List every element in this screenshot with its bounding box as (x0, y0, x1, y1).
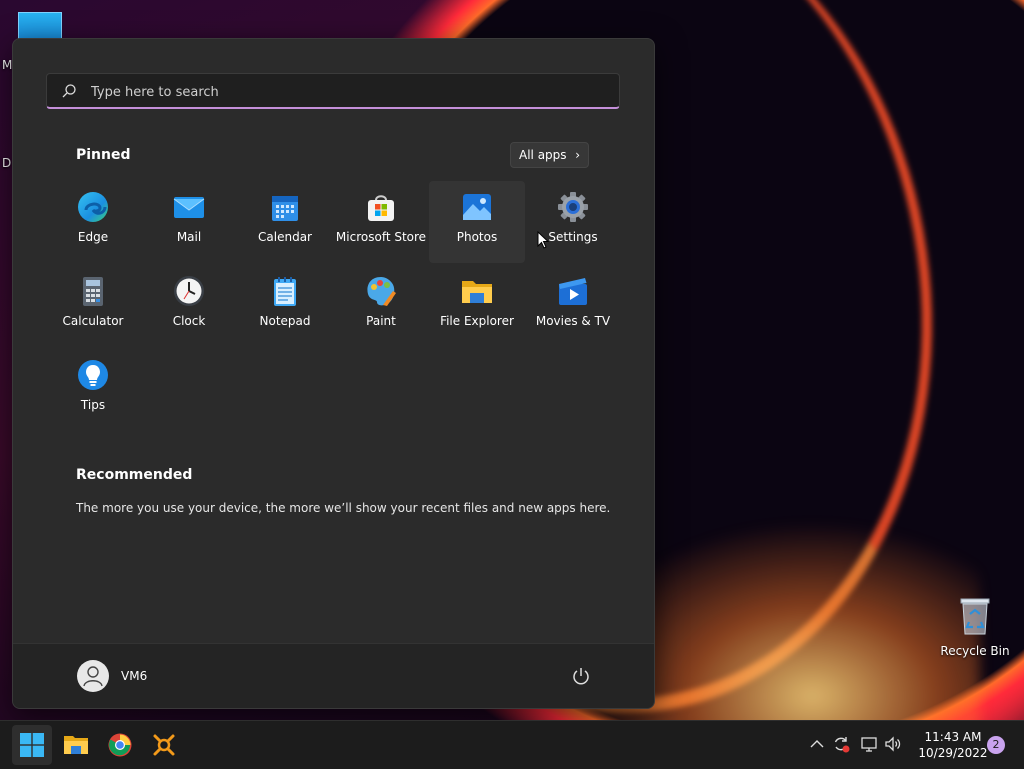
all-apps-button[interactable]: All apps › (510, 142, 589, 168)
taskbar-file-explorer[interactable] (56, 725, 96, 765)
mail-icon (173, 191, 205, 223)
pinned-app-label: Mail (176, 230, 202, 244)
gears-app-icon (152, 733, 176, 757)
volume-icon[interactable] (884, 735, 902, 753)
recommended-title: Recommended (76, 467, 193, 483)
notepad-icon (269, 275, 301, 307)
clock-time: 11:43 AM (924, 730, 982, 744)
power-icon (573, 668, 589, 685)
pinned-app-paint[interactable]: Paint (333, 265, 429, 347)
chevron-right-icon: › (575, 148, 580, 162)
lightbulb-icon (77, 359, 109, 391)
pinned-app-label: Calendar (258, 230, 312, 244)
edge-icon (77, 191, 109, 223)
chrome-icon (108, 733, 132, 757)
pinned-app-clock[interactable]: Clock (141, 265, 237, 347)
start-menu: Pinned All apps › Edge Mail Calendar (12, 38, 655, 709)
pinned-app-notepad[interactable]: Notepad (237, 265, 333, 347)
pinned-app-label: Tips (80, 398, 106, 412)
start-button[interactable] (12, 725, 52, 765)
pinned-app-label: Paint (366, 314, 396, 328)
notification-badge[interactable]: 2 (987, 736, 1005, 754)
user-avatar[interactable] (77, 660, 109, 692)
calendar-icon (269, 191, 301, 223)
user-icon (83, 666, 103, 687)
pinned-app-label: Photos (456, 230, 498, 244)
pinned-app-file-explorer[interactable]: File Explorer (429, 265, 525, 347)
pinned-app-label: Microsoft Store (335, 230, 427, 244)
recycle-bin-desktop-icon[interactable]: Recycle Bin (940, 596, 1010, 658)
pinned-app-calculator[interactable]: Calculator (45, 265, 141, 347)
pinned-app-label: Calculator (62, 314, 124, 328)
clock-date: 10/29/2022 (918, 746, 988, 760)
search-input[interactable] (89, 80, 593, 104)
all-apps-label: All apps (519, 148, 567, 162)
system-clock[interactable]: 11:43 AM 10/29/2022 (912, 729, 994, 761)
user-name[interactable]: VM6 (121, 669, 147, 683)
pinned-app-photos[interactable]: Photos (429, 181, 525, 263)
taskbar-chrome[interactable] (100, 725, 140, 765)
photos-icon (461, 191, 493, 223)
desktop-label-fragment-m: M (2, 58, 13, 72)
pinned-app-label: Edge (77, 230, 109, 244)
mouse-cursor-icon (537, 230, 550, 253)
pinned-app-edge[interactable]: Edge (45, 181, 141, 263)
store-icon (365, 191, 397, 223)
taskbar-app-orange[interactable] (144, 725, 184, 765)
recycle-bin-icon (958, 596, 992, 636)
power-button[interactable] (571, 666, 591, 686)
paint-icon (365, 275, 397, 307)
pinned-app-calendar[interactable]: Calendar (237, 181, 333, 263)
start-search-box[interactable] (46, 73, 620, 109)
start-menu-footer: VM6 (13, 643, 654, 708)
pinned-app-label: Clock (172, 314, 206, 328)
folder-icon (461, 275, 493, 307)
movies-icon (557, 275, 589, 307)
clock-icon (173, 275, 205, 307)
pinned-app-label: Movies & TV (535, 314, 611, 328)
folder-icon (64, 733, 88, 757)
pinned-app-tips[interactable]: Tips (45, 349, 141, 431)
windows-logo-icon (20, 733, 44, 757)
sync-alert-icon[interactable] (832, 735, 850, 753)
search-icon (61, 83, 77, 103)
pinned-app-microsoft-store[interactable]: Microsoft Store (333, 181, 429, 263)
recycle-bin-label: Recycle Bin (940, 644, 1010, 658)
pinned-app-label: Notepad (259, 314, 311, 328)
pinned-app-mail[interactable]: Mail (141, 181, 237, 263)
gear-icon (557, 191, 589, 223)
pinned-app-movies-tv[interactable]: Movies & TV (525, 265, 621, 347)
desktop-label-fragment-d: D (2, 156, 12, 170)
pinned-app-label: File Explorer (440, 314, 514, 328)
calculator-icon (77, 275, 109, 307)
taskbar: 11:43 AM 10/29/2022 2 (0, 720, 1024, 769)
network-icon[interactable] (860, 735, 878, 753)
pinned-title: Pinned (76, 147, 131, 163)
chevron-up-icon[interactable] (808, 735, 826, 753)
recommended-empty-message: The more you use your device, the more w… (76, 501, 611, 515)
